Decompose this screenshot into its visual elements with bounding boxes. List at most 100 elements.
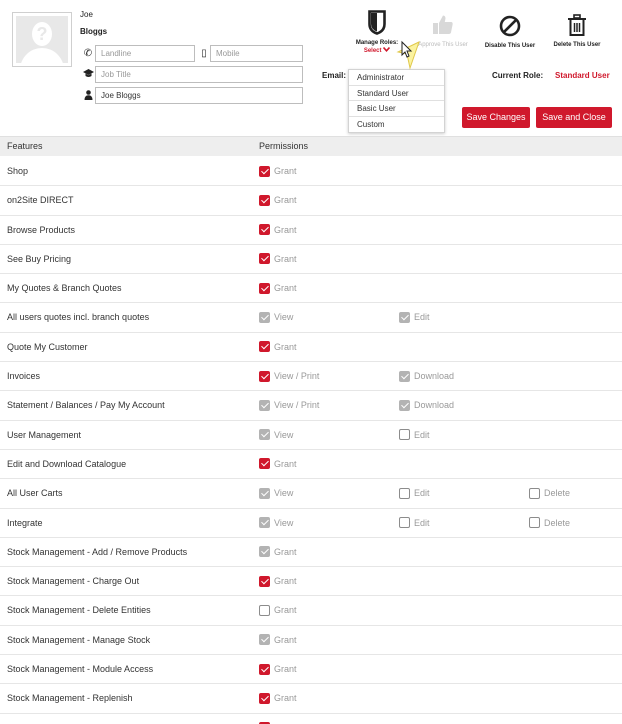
feature-name: Quote My Customer (7, 341, 88, 352)
checkbox-icon[interactable] (399, 399, 410, 411)
permission-label: Grant (274, 341, 297, 352)
roles-dropdown: Administrator Standard User Basic User C… (348, 69, 445, 133)
permission-checkbox[interactable]: Grant (259, 691, 297, 705)
permission-checkbox[interactable]: Grant (259, 193, 297, 207)
save-changes-button[interactable]: Save Changes (462, 107, 530, 128)
permission-label: Edit (414, 488, 430, 499)
role-option[interactable]: Custom (349, 117, 444, 133)
checkbox-icon[interactable] (399, 370, 410, 382)
permission-label: View (274, 488, 294, 499)
permission-checkbox[interactable]: Delete (529, 516, 570, 530)
permission-checkbox[interactable]: Grant (259, 457, 297, 471)
checkbox-icon[interactable] (259, 194, 270, 206)
permission-label: Grant (274, 224, 297, 235)
permission-checkbox[interactable]: Grant (259, 252, 297, 266)
permission-checkbox[interactable]: View / Print (259, 398, 319, 412)
checkbox-icon[interactable] (259, 224, 270, 236)
checkbox-icon[interactable] (529, 517, 540, 529)
permission-checkbox[interactable]: Edit (399, 516, 430, 530)
permission-checkbox[interactable]: Grant (259, 662, 297, 676)
permission-checkbox[interactable]: Edit (399, 310, 430, 324)
checkbox-icon[interactable] (529, 487, 540, 499)
feature-name: My Quotes & Branch Quotes (7, 283, 122, 294)
checkbox-icon[interactable] (259, 604, 270, 616)
feature-name: Shop (7, 166, 29, 176)
checkbox-icon[interactable] (399, 429, 410, 441)
table-row: Statement / Balances / Pay My Account Vie… (0, 391, 622, 421)
checkbox-icon[interactable] (259, 663, 270, 675)
checkbox-icon[interactable] (399, 487, 410, 499)
permission-label: Edit (414, 312, 430, 323)
permission-label: Grant (274, 693, 297, 704)
trash-icon (568, 14, 586, 36)
feature-name: Stock Management - Delete Entities (7, 605, 151, 616)
permission-label: Grant (274, 283, 297, 294)
permission-checkbox[interactable]: Download (399, 369, 454, 383)
permission-checkbox[interactable]: View (259, 516, 293, 530)
feature-name: Stock Management - Add / Remove Products (7, 546, 188, 557)
checkbox-icon[interactable] (259, 399, 270, 411)
permission-label: View / Print (274, 400, 320, 411)
permission-checkbox[interactable]: Grant (259, 223, 297, 237)
checkbox-icon[interactable] (259, 429, 270, 441)
save-and-close-button[interactable]: Save and Close (536, 107, 612, 128)
checkbox-icon[interactable] (259, 253, 270, 265)
permission-checkbox[interactable]: Edit (399, 486, 430, 500)
permission-label: Grant (274, 195, 297, 206)
checkbox-icon[interactable] (259, 165, 270, 177)
disable-user-button[interactable]: Disable This User (480, 15, 540, 49)
delete-user-button[interactable]: Delete This User (548, 14, 606, 48)
checkbox-icon[interactable] (259, 370, 270, 382)
table-row: Stock Management - Module Access Grant (0, 655, 622, 685)
permission-checkbox[interactable]: View (259, 486, 293, 500)
permission-checkbox[interactable]: Grant (259, 603, 297, 617)
approve-user-button[interactable]: Approve This User (412, 14, 474, 48)
permission-label: Grant (274, 664, 297, 675)
checkbox-icon[interactable] (259, 575, 270, 587)
roles-select-label: Select (363, 48, 382, 54)
checkbox-icon[interactable] (259, 311, 270, 323)
table-row: Stock Management - Add / Remove Products… (0, 538, 622, 568)
feature-name: Statement / Balances / Pay My Account (7, 400, 165, 411)
permission-checkbox[interactable]: View (259, 428, 293, 442)
checkbox-icon[interactable] (259, 341, 270, 353)
checkbox-icon[interactable] (259, 487, 270, 499)
delete-user-label: Delete This User (553, 42, 601, 48)
checkbox-icon[interactable] (259, 546, 270, 558)
permission-checkbox[interactable]: Grant (259, 574, 297, 588)
feature-name: See Buy Pricing (7, 253, 72, 264)
checkbox-icon[interactable] (399, 311, 410, 323)
permission-label: Download (414, 371, 455, 382)
role-option[interactable]: Administrator (349, 70, 444, 86)
thumbs-up-icon (433, 15, 453, 34)
permission-checkbox[interactable]: Edit (399, 428, 430, 442)
permission-checkbox[interactable]: Download (399, 398, 454, 412)
checkbox-icon[interactable] (259, 517, 270, 529)
role-option[interactable]: Basic User (349, 101, 444, 117)
permission-checkbox[interactable]: Delete (529, 486, 570, 500)
mobile-icon: ▯ (201, 48, 207, 59)
permission-checkbox[interactable]: Grant (259, 633, 297, 647)
table-row: See Buy Pricing Grant (0, 245, 622, 275)
permission-checkbox[interactable]: Grant (259, 721, 297, 724)
checkbox-icon[interactable] (259, 634, 270, 646)
display-name-field[interactable]: Joe Bloggs (95, 87, 303, 104)
permission-checkbox[interactable]: Grant (259, 340, 297, 354)
landline-field[interactable]: Landline (95, 45, 195, 62)
permission-checkbox[interactable]: Grant (259, 545, 297, 559)
mobile-field[interactable]: Mobile (210, 45, 303, 62)
checkbox-icon[interactable] (399, 517, 410, 529)
current-role-value: Standard User (555, 71, 610, 80)
checkbox-icon[interactable] (259, 692, 270, 704)
permission-checkbox[interactable]: View (259, 310, 293, 324)
permission-checkbox[interactable]: Grant (259, 281, 297, 295)
permission-checkbox[interactable]: View / Print (259, 369, 319, 383)
checkbox-icon[interactable] (259, 282, 270, 294)
job-title-field[interactable]: Job Title (95, 66, 303, 83)
permissions-header: Permissions (259, 141, 309, 151)
permission-label: Grant (274, 458, 297, 469)
permission-checkbox[interactable]: Grant (259, 164, 297, 178)
checkbox-icon[interactable] (259, 458, 270, 470)
feature-name: All User Carts (7, 488, 63, 499)
role-option[interactable]: Standard User (349, 86, 444, 101)
